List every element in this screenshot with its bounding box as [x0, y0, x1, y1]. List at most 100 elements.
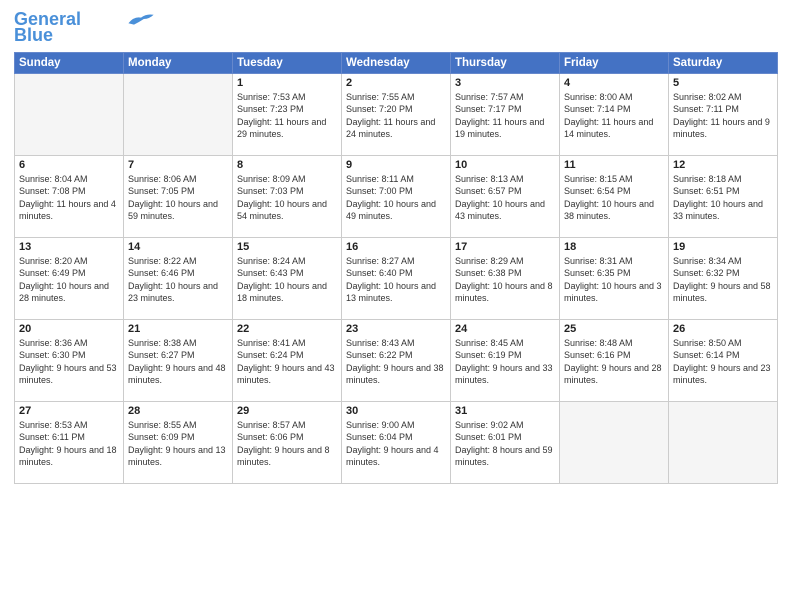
day-info: Sunrise: 7:53 AM Sunset: 7:23 PM Dayligh… [237, 91, 337, 141]
day-number: 28 [128, 405, 228, 417]
day-info: Sunrise: 8:11 AM Sunset: 7:00 PM Dayligh… [346, 173, 446, 223]
day-info: Sunrise: 8:15 AM Sunset: 6:54 PM Dayligh… [564, 173, 664, 223]
day-info: Sunrise: 8:31 AM Sunset: 6:35 PM Dayligh… [564, 255, 664, 305]
day-info: Sunrise: 8:00 AM Sunset: 7:14 PM Dayligh… [564, 91, 664, 141]
day-cell: 20 Sunrise: 8:36 AM Sunset: 6:30 PM Dayli… [15, 319, 124, 401]
day-number: 9 [346, 159, 446, 171]
day-info: Sunrise: 8:57 AM Sunset: 6:06 PM Dayligh… [237, 419, 337, 469]
day-number: 6 [19, 159, 119, 171]
day-number: 17 [455, 241, 555, 253]
day-cell: 27 Sunrise: 8:53 AM Sunset: 6:11 PM Dayli… [15, 401, 124, 483]
bird-icon [127, 10, 155, 28]
day-cell: 17 Sunrise: 8:29 AM Sunset: 6:38 PM Dayli… [451, 237, 560, 319]
day-number: 30 [346, 405, 446, 417]
day-info: Sunrise: 9:00 AM Sunset: 6:04 PM Dayligh… [346, 419, 446, 469]
day-info: Sunrise: 8:04 AM Sunset: 7:08 PM Dayligh… [19, 173, 119, 223]
day-number: 11 [564, 159, 664, 171]
day-cell: 6 Sunrise: 8:04 AM Sunset: 7:08 PM Daylig… [15, 155, 124, 237]
weekday-header-sunday: Sunday [15, 52, 124, 73]
day-cell: 5Sunrise: 8:02 AM Sunset: 7:11 PM Daylig… [669, 73, 778, 155]
day-info: Sunrise: 8:18 AM Sunset: 6:51 PM Dayligh… [673, 173, 773, 223]
day-info: Sunrise: 8:55 AM Sunset: 6:09 PM Dayligh… [128, 419, 228, 469]
day-number: 29 [237, 405, 337, 417]
day-number: 1 [237, 77, 337, 89]
day-number: 2 [346, 77, 446, 89]
day-info: Sunrise: 8:06 AM Sunset: 7:05 PM Dayligh… [128, 173, 228, 223]
weekday-header-row: SundayMondayTuesdayWednesdayThursdayFrid… [15, 52, 778, 73]
day-number: 26 [673, 323, 773, 335]
day-cell: 29 Sunrise: 8:57 AM Sunset: 6:06 PM Dayli… [233, 401, 342, 483]
day-cell: 15Sunrise: 8:24 AM Sunset: 6:43 PM Dayli… [233, 237, 342, 319]
logo: General Blue [14, 10, 155, 46]
day-cell: 18 Sunrise: 8:31 AM Sunset: 6:35 PM Dayli… [560, 237, 669, 319]
day-info: Sunrise: 8:13 AM Sunset: 6:57 PM Dayligh… [455, 173, 555, 223]
day-info: Sunrise: 8:38 AM Sunset: 6:27 PM Dayligh… [128, 337, 228, 387]
header: General Blue [14, 10, 778, 46]
day-cell: 24 Sunrise: 8:45 AM Sunset: 6:19 PM Dayli… [451, 319, 560, 401]
day-number: 3 [455, 77, 555, 89]
day-info: Sunrise: 8:34 AM Sunset: 6:32 PM Dayligh… [673, 255, 773, 305]
day-info: Sunrise: 8:29 AM Sunset: 6:38 PM Dayligh… [455, 255, 555, 305]
day-cell: 22 Sunrise: 8:41 AM Sunset: 6:24 PM Dayli… [233, 319, 342, 401]
day-info: Sunrise: 8:43 AM Sunset: 6:22 PM Dayligh… [346, 337, 446, 387]
day-info: Sunrise: 8:41 AM Sunset: 6:24 PM Dayligh… [237, 337, 337, 387]
week-row-2: 6 Sunrise: 8:04 AM Sunset: 7:08 PM Daylig… [15, 155, 778, 237]
day-cell: 14Sunrise: 8:22 AM Sunset: 6:46 PM Dayli… [124, 237, 233, 319]
day-cell: 28 Sunrise: 8:55 AM Sunset: 6:09 PM Dayli… [124, 401, 233, 483]
day-number: 27 [19, 405, 119, 417]
day-number: 12 [673, 159, 773, 171]
day-cell: 30 Sunrise: 9:00 AM Sunset: 6:04 PM Dayli… [342, 401, 451, 483]
weekday-header-thursday: Thursday [451, 52, 560, 73]
day-cell: 1 Sunrise: 7:53 AM Sunset: 7:23 PM Daylig… [233, 73, 342, 155]
day-cell: 16Sunrise: 8:27 AM Sunset: 6:40 PM Dayli… [342, 237, 451, 319]
day-number: 8 [237, 159, 337, 171]
day-cell: 13 Sunrise: 8:20 AM Sunset: 6:49 PM Dayli… [15, 237, 124, 319]
day-number: 22 [237, 323, 337, 335]
day-number: 25 [564, 323, 664, 335]
day-cell: 25 Sunrise: 8:48 AM Sunset: 6:16 PM Dayli… [560, 319, 669, 401]
day-number: 18 [564, 241, 664, 253]
day-info: Sunrise: 9:02 AM Sunset: 6:01 PM Dayligh… [455, 419, 555, 469]
day-cell [669, 401, 778, 483]
day-number: 14 [128, 241, 228, 253]
day-info: Sunrise: 8:09 AM Sunset: 7:03 PM Dayligh… [237, 173, 337, 223]
weekday-header-saturday: Saturday [669, 52, 778, 73]
day-cell [124, 73, 233, 155]
day-cell: 21Sunrise: 8:38 AM Sunset: 6:27 PM Dayli… [124, 319, 233, 401]
day-cell: 31 Sunrise: 9:02 AM Sunset: 6:01 PM Dayli… [451, 401, 560, 483]
day-number: 20 [19, 323, 119, 335]
day-number: 13 [19, 241, 119, 253]
day-number: 19 [673, 241, 773, 253]
day-cell: 2Sunrise: 7:55 AM Sunset: 7:20 PM Daylig… [342, 73, 451, 155]
day-cell: 8 Sunrise: 8:09 AM Sunset: 7:03 PM Daylig… [233, 155, 342, 237]
day-cell: 4Sunrise: 8:00 AM Sunset: 7:14 PM Daylig… [560, 73, 669, 155]
day-info: Sunrise: 8:53 AM Sunset: 6:11 PM Dayligh… [19, 419, 119, 469]
day-info: Sunrise: 8:24 AM Sunset: 6:43 PM Dayligh… [237, 255, 337, 305]
day-number: 7 [128, 159, 228, 171]
weekday-header-tuesday: Tuesday [233, 52, 342, 73]
week-row-5: 27 Sunrise: 8:53 AM Sunset: 6:11 PM Dayli… [15, 401, 778, 483]
day-cell: 19 Sunrise: 8:34 AM Sunset: 6:32 PM Dayli… [669, 237, 778, 319]
logo-blue: Blue [14, 26, 53, 46]
day-cell [15, 73, 124, 155]
day-info: Sunrise: 8:02 AM Sunset: 7:11 PM Dayligh… [673, 91, 773, 141]
day-info: Sunrise: 8:48 AM Sunset: 6:16 PM Dayligh… [564, 337, 664, 387]
day-info: Sunrise: 7:57 AM Sunset: 7:17 PM Dayligh… [455, 91, 555, 141]
day-cell: 7 Sunrise: 8:06 AM Sunset: 7:05 PM Daylig… [124, 155, 233, 237]
day-cell: 3 Sunrise: 7:57 AM Sunset: 7:17 PM Daylig… [451, 73, 560, 155]
weekday-header-friday: Friday [560, 52, 669, 73]
day-info: Sunrise: 8:36 AM Sunset: 6:30 PM Dayligh… [19, 337, 119, 387]
day-info: Sunrise: 8:27 AM Sunset: 6:40 PM Dayligh… [346, 255, 446, 305]
week-row-4: 20 Sunrise: 8:36 AM Sunset: 6:30 PM Dayli… [15, 319, 778, 401]
day-cell: 12 Sunrise: 8:18 AM Sunset: 6:51 PM Dayli… [669, 155, 778, 237]
week-row-3: 13 Sunrise: 8:20 AM Sunset: 6:49 PM Dayli… [15, 237, 778, 319]
day-number: 31 [455, 405, 555, 417]
day-info: Sunrise: 8:45 AM Sunset: 6:19 PM Dayligh… [455, 337, 555, 387]
day-info: Sunrise: 8:20 AM Sunset: 6:49 PM Dayligh… [19, 255, 119, 305]
day-cell: 11 Sunrise: 8:15 AM Sunset: 6:54 PM Dayli… [560, 155, 669, 237]
page: General Blue SundayMondayTuesdayWednesda… [0, 0, 792, 612]
day-number: 10 [455, 159, 555, 171]
day-cell: 26Sunrise: 8:50 AM Sunset: 6:14 PM Dayli… [669, 319, 778, 401]
weekday-header-wednesday: Wednesday [342, 52, 451, 73]
day-number: 24 [455, 323, 555, 335]
